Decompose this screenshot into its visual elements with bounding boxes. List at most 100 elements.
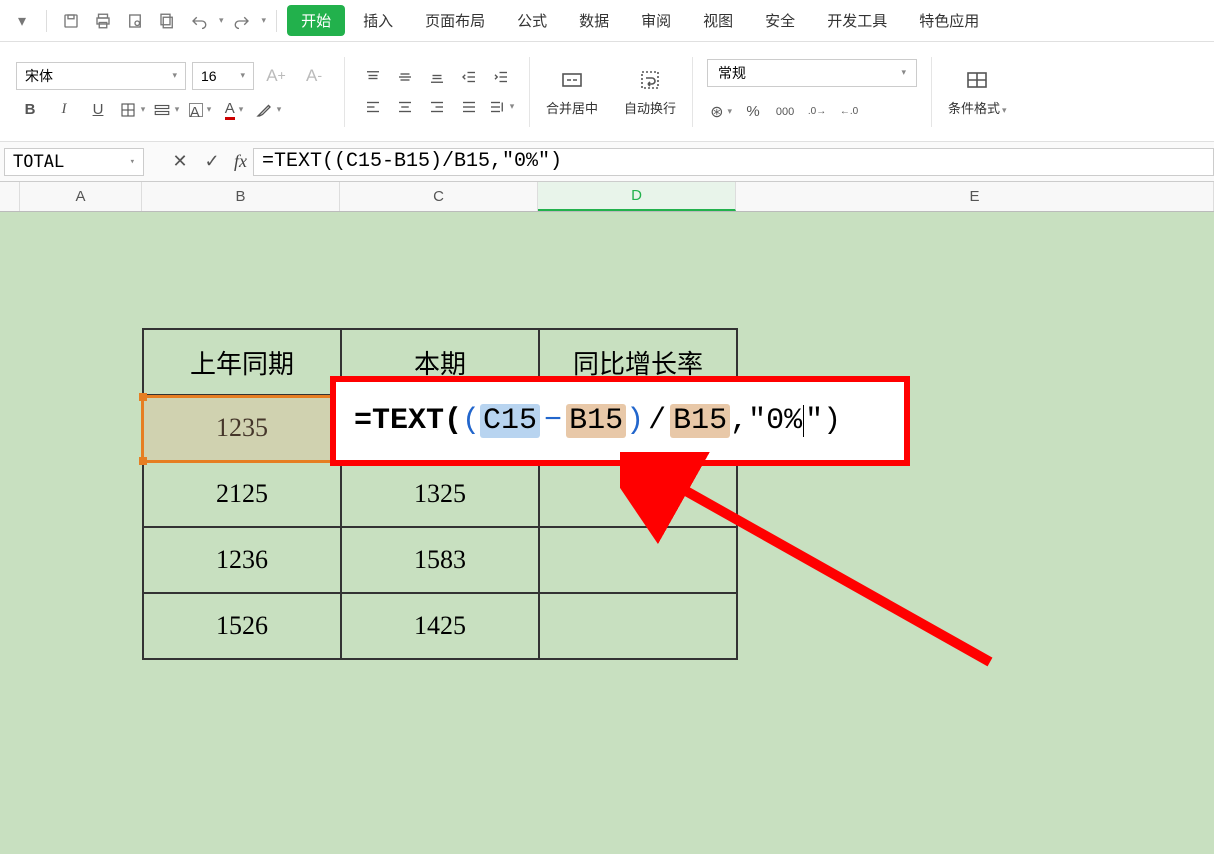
increase-font-icon[interactable]: A+	[260, 61, 292, 91]
undo-icon[interactable]	[185, 7, 213, 35]
menu-bar: ▾ ▾ ▾ 开始 插入 页面布局 公式 数据 审阅 视图 安全 开发工具 特色应…	[0, 0, 1214, 42]
cell[interactable]: 1235	[143, 395, 341, 461]
formula-token: ,	[730, 404, 748, 438]
formula-token: )	[626, 404, 644, 438]
cell[interactable]	[539, 461, 737, 527]
align-group: ▾	[351, 64, 523, 120]
cell[interactable]	[539, 593, 737, 659]
cell[interactable]: 1236	[143, 527, 341, 593]
separator	[276, 10, 277, 32]
tab-view[interactable]: 视图	[689, 4, 747, 37]
font-group: 宋体 ▾ 16▾ A+ A- B I U ▾ ▾ A▾ A▾ ▾	[8, 61, 338, 123]
font-name-value: 宋体	[25, 66, 53, 86]
tab-insert[interactable]: 插入	[349, 4, 407, 37]
chevron-down-icon: ▾	[902, 67, 907, 78]
decrease-decimal-icon[interactable]: ←.0	[835, 99, 863, 125]
bold-button[interactable]: B	[16, 97, 44, 123]
formula-token-ref: C15	[480, 404, 540, 438]
cancel-icon[interactable]: ✕	[164, 146, 196, 178]
conditional-format-button[interactable]: 条件格式▾	[938, 62, 1017, 121]
col-header-c[interactable]: C	[340, 182, 538, 211]
chevron-down-icon: ▾	[172, 70, 177, 81]
chevron-down-icon[interactable]: ▾	[262, 15, 267, 26]
highlight-button[interactable]: ▾	[254, 97, 282, 123]
merge-center-button[interactable]: 合并居中	[536, 62, 608, 121]
formula-token: =TEXT(	[354, 404, 462, 438]
tab-formula[interactable]: 公式	[503, 4, 561, 37]
cell[interactable]: 1425	[341, 593, 539, 659]
fill-color-button[interactable]: A▾	[186, 97, 214, 123]
number-format-select[interactable]: 常规▾	[707, 59, 917, 87]
percent-icon[interactable]: %	[739, 99, 767, 125]
fx-icon[interactable]: fx	[234, 151, 247, 172]
name-box-value: TOTAL	[13, 152, 64, 172]
cell[interactable]: 2125	[143, 461, 341, 527]
tab-special[interactable]: 特色应用	[905, 4, 993, 37]
tab-pagelayout[interactable]: 页面布局	[411, 4, 499, 37]
col-header-e[interactable]: E	[736, 182, 1214, 211]
increase-decimal-icon[interactable]: .0→	[803, 99, 831, 125]
align-center-icon[interactable]	[391, 94, 419, 120]
tab-start[interactable]: 开始	[287, 5, 345, 36]
align-right-icon[interactable]	[423, 94, 451, 120]
col-header-b[interactable]: B	[142, 182, 340, 211]
number-group: 常规▾ ⊛▾ % 000 .0→ ←.0	[699, 59, 925, 125]
cell[interactable]: 1583	[341, 527, 539, 593]
merge-icon	[556, 66, 588, 94]
table-row: 1236 1583	[143, 527, 737, 593]
border-button[interactable]: ▾	[118, 97, 146, 123]
select-all-corner[interactable]	[0, 182, 20, 211]
merge-label: 合并居中	[546, 98, 598, 117]
tab-security[interactable]: 安全	[751, 4, 809, 37]
currency-icon[interactable]: ⊛▾	[707, 99, 735, 125]
print-icon[interactable]	[89, 7, 117, 35]
cell-style-button[interactable]: ▾	[152, 97, 180, 123]
underline-button[interactable]: U	[84, 97, 112, 123]
comma-icon[interactable]: 000	[771, 99, 799, 125]
preview-icon[interactable]	[121, 7, 149, 35]
chevron-down-icon: ▾	[240, 70, 245, 81]
dropdown-icon[interactable]: ▾	[8, 7, 36, 35]
italic-button[interactable]: I	[50, 97, 78, 123]
enter-icon[interactable]: ✓	[196, 146, 228, 178]
tab-review[interactable]: 审阅	[627, 4, 685, 37]
name-box[interactable]: TOTAL▾	[4, 148, 144, 176]
cell[interactable]: 1526	[143, 593, 341, 659]
align-middle-icon[interactable]	[391, 64, 419, 90]
orientation-icon[interactable]: ▾	[487, 94, 515, 120]
formula-token: −	[544, 404, 562, 438]
indent-decrease-icon[interactable]	[455, 64, 483, 90]
sheet-area[interactable]: 上年同期 本期 同比增长率 1235 2125 1325 1236 1583 1…	[0, 212, 1214, 854]
align-left-icon[interactable]	[359, 94, 387, 120]
formula-token: ")	[805, 404, 841, 438]
header-cell[interactable]: 上年同期	[143, 329, 341, 395]
text-cursor	[803, 405, 804, 437]
wrap-label: 自动换行	[624, 98, 676, 117]
table-row: 1526 1425	[143, 593, 737, 659]
align-top-icon[interactable]	[359, 64, 387, 90]
cell[interactable]	[539, 527, 737, 593]
align-bottom-icon[interactable]	[423, 64, 451, 90]
col-header-d[interactable]: D	[538, 182, 736, 211]
col-header-a[interactable]: A	[20, 182, 142, 211]
separator	[692, 57, 693, 127]
tab-developer[interactable]: 开发工具	[813, 4, 901, 37]
cell-formula-overlay[interactable]: =TEXT( ( C15 − B15 ) / B15 , "0%")	[330, 376, 910, 466]
font-size-select[interactable]: 16▾	[192, 62, 254, 90]
copy-icon[interactable]	[153, 7, 181, 35]
separator	[344, 57, 345, 127]
align-justify-icon[interactable]	[455, 94, 483, 120]
redo-icon[interactable]	[228, 7, 256, 35]
decrease-font-icon[interactable]: A-	[298, 61, 330, 91]
indent-increase-icon[interactable]	[487, 64, 515, 90]
formula-input[interactable]: =TEXT((C15-B15)/B15,"0%")	[253, 148, 1214, 176]
chevron-down-icon[interactable]: ▾	[219, 15, 224, 26]
tab-data[interactable]: 数据	[565, 4, 623, 37]
wrap-text-button[interactable]: 自动换行	[614, 62, 686, 121]
formula-token-ref: B15	[566, 404, 626, 438]
ribbon: 宋体 ▾ 16▾ A+ A- B I U ▾ ▾ A▾ A▾ ▾ ▾	[0, 42, 1214, 142]
font-name-select[interactable]: 宋体 ▾	[16, 62, 186, 90]
cell[interactable]: 1325	[341, 461, 539, 527]
save-icon[interactable]	[57, 7, 85, 35]
font-color-button[interactable]: A▾	[220, 97, 248, 123]
